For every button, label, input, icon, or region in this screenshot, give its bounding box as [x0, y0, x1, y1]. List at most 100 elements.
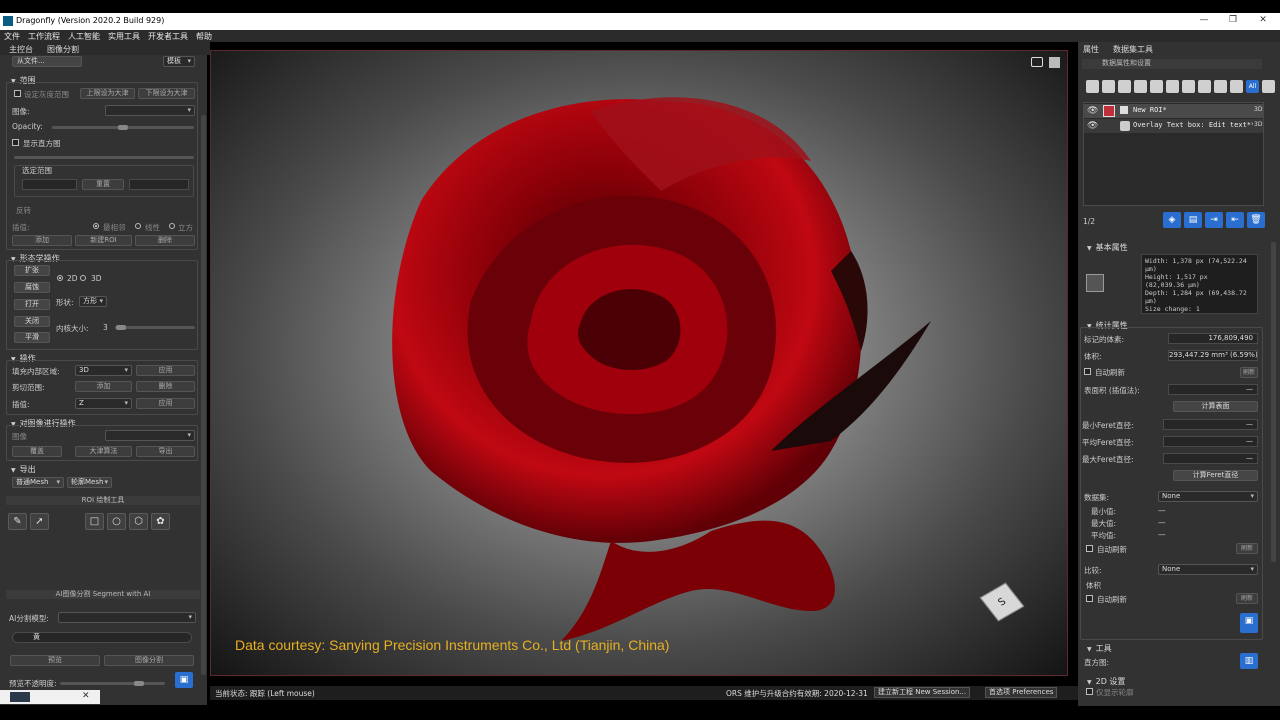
preview-button[interactable]: 预览	[10, 655, 100, 666]
taskbar-close-icon[interactable]: ✕	[82, 691, 90, 701]
stack-icon[interactable]	[1134, 80, 1147, 93]
overwrite-button[interactable]: 覆盖	[12, 446, 62, 457]
refresh-button[interactable]: 刷新	[1240, 367, 1258, 378]
visibility-eye-icon[interactable]: 👁	[1087, 106, 1098, 116]
menu-help[interactable]: 帮助	[196, 31, 212, 42]
data-properties-header[interactable]: 数据属性和设置	[1082, 59, 1262, 69]
refresh-3-button[interactable]: 刷新	[1236, 593, 1258, 604]
upper-otsu-button[interactable]: 上限设为大津	[80, 88, 135, 99]
calc-feret-button[interactable]: 计算Feret直径	[1173, 470, 1258, 481]
fill-select[interactable]: 3D	[75, 365, 132, 376]
2d-settings-header[interactable]: ▼ 2D 设置	[1087, 676, 1125, 687]
auto-refresh-3-checkbox[interactable]	[1086, 595, 1093, 602]
ops-interp-select[interactable]: Z	[75, 398, 132, 409]
taskbar-preview[interactable]: ✕	[0, 690, 100, 704]
image-select[interactable]	[105, 105, 195, 116]
menu-workflow[interactable]: 工作流程	[28, 31, 60, 42]
smooth-button[interactable]: 平滑	[14, 332, 50, 343]
segment-button[interactable]: 图像分割	[104, 655, 194, 666]
freehand-tool-icon[interactable]: ✿	[151, 513, 170, 530]
show-outline-checkbox[interactable]	[1086, 688, 1093, 695]
calc-surface-button[interactable]: 计算表面	[1173, 401, 1258, 412]
menu-utilities[interactable]: 实用工具	[108, 31, 140, 42]
new-session-button[interactable]: 建立新工程 New Session...	[874, 687, 971, 698]
mode-2d-radio[interactable]	[57, 275, 63, 281]
compare-select[interactable]: None	[1158, 564, 1258, 575]
ops-interp-apply-button[interactable]: 应用	[136, 398, 195, 409]
rectangle-tool-icon[interactable]: □	[85, 513, 104, 530]
camera-icon[interactable]	[1031, 57, 1043, 67]
export-button[interactable]: 导出	[136, 446, 195, 457]
roi-export-icon[interactable]: ⇥	[1205, 212, 1223, 228]
ai-segmentation-bar[interactable]: AI图像分割 Segment with AI	[6, 590, 200, 599]
roi-tools-bar[interactable]: ROI 绘制工具	[6, 496, 200, 505]
close-morph-button[interactable]: 关闭	[14, 316, 50, 327]
menu-file[interactable]: 文件	[4, 31, 20, 42]
histogram-icon[interactable]: ▥	[1240, 653, 1258, 669]
3d-viewport[interactable]: S Data courtesy: Sanying Precision Instr…	[210, 50, 1068, 676]
ai-model-select[interactable]	[58, 612, 196, 623]
menu-ai[interactable]: 人工智能	[68, 31, 100, 42]
export-section-header[interactable]: ▼ 导出	[11, 464, 36, 475]
brush-tool-icon[interactable]: ✎	[8, 513, 27, 530]
minimize-button[interactable]: —	[1197, 15, 1211, 25]
show-histogram-checkbox[interactable]	[12, 139, 19, 146]
ai-slot-field[interactable]: 黄	[12, 632, 192, 643]
fill-apply-button[interactable]: 应用	[136, 365, 195, 376]
basic-props-header[interactable]: ▼ 基本属性	[1087, 242, 1128, 253]
pointer-tool-icon[interactable]: ➚	[30, 513, 49, 530]
taskbar-app-icon[interactable]	[10, 692, 30, 702]
open-button[interactable]: 打开	[14, 299, 50, 310]
interp-linear-radio[interactable]	[135, 223, 141, 229]
overlay-3d-tag[interactable]: 3D	[1254, 121, 1262, 128]
opacity-knob[interactable]	[118, 125, 128, 130]
preferences-button[interactable]: 首选项 Preferences	[985, 687, 1058, 698]
range-min-field[interactable]	[22, 179, 77, 190]
delete-icon[interactable]: 🗑	[1247, 212, 1265, 228]
kernel-size-knob[interactable]	[116, 325, 126, 330]
ellipse-tool-icon[interactable]: ○	[107, 513, 126, 530]
tools-header[interactable]: ▼ 工具	[1087, 643, 1112, 654]
eye-filter-icon[interactable]	[1262, 80, 1275, 93]
invert-label[interactable]: 反转	[16, 205, 31, 216]
polygon-tool-icon[interactable]: ⬡	[129, 513, 148, 530]
range-max-field[interactable]	[129, 179, 189, 190]
pages-icon[interactable]	[1166, 80, 1179, 93]
roi-3d-tag[interactable]: 3D	[1254, 106, 1262, 113]
roi-color-swatch[interactable]	[1103, 105, 1115, 117]
roi-item-new[interactable]: 👁 New ROI* 3D	[1084, 104, 1263, 118]
new-roi-button[interactable]: 新建ROI	[75, 235, 132, 246]
kernel-size-slider[interactable]	[115, 326, 195, 329]
roi-action-1-icon[interactable]: ◈	[1163, 212, 1181, 228]
clipboard-icon[interactable]: ▣	[175, 672, 193, 688]
tag-icon[interactable]	[1214, 80, 1227, 93]
interp-nearest-radio[interactable]	[93, 223, 99, 229]
erode-button[interactable]: 腐蚀	[14, 282, 50, 293]
roi-action-2-icon[interactable]: ▤	[1184, 212, 1202, 228]
clip-delete-button[interactable]: 删除	[136, 381, 195, 392]
clipboard-2-icon[interactable]: ▣	[1240, 613, 1258, 633]
box-icon[interactable]	[1198, 80, 1211, 93]
roi-item-overlay[interactable]: 👁 Overlay Text box: Edit text** 3D	[1084, 119, 1263, 133]
layer-icon[interactable]	[1118, 80, 1131, 93]
from-file-button[interactable]: 从文件...	[12, 56, 82, 67]
visibility-eye-icon[interactable]: 👁	[1087, 121, 1098, 131]
grid-icon[interactable]	[1086, 80, 1099, 93]
reset-button[interactable]: 重置	[82, 179, 124, 190]
menu-developer[interactable]: 开发者工具	[148, 31, 188, 42]
flask-icon[interactable]	[1230, 80, 1243, 93]
tab-properties[interactable]: 属性	[1083, 44, 1099, 55]
image-ops-select[interactable]	[105, 430, 195, 441]
tab-dataset-tools[interactable]: 数据集工具	[1113, 44, 1153, 55]
dilate-button[interactable]: 扩张	[14, 265, 50, 276]
template-select[interactable]: 模板	[163, 56, 195, 67]
clip-add-button[interactable]: 添加	[75, 381, 132, 392]
range-slider[interactable]	[14, 156, 194, 159]
tab-segmentation[interactable]: 图像分割	[47, 44, 79, 55]
delete-button[interactable]: 删除	[135, 235, 195, 246]
add-button[interactable]: 添加	[12, 235, 72, 246]
otsu-button[interactable]: 大津算法	[75, 446, 132, 457]
interp-cubic-radio[interactable]	[169, 223, 175, 229]
left-panel-scrollbar[interactable]	[201, 115, 206, 675]
roi-import-icon[interactable]: ⇤	[1226, 212, 1244, 228]
